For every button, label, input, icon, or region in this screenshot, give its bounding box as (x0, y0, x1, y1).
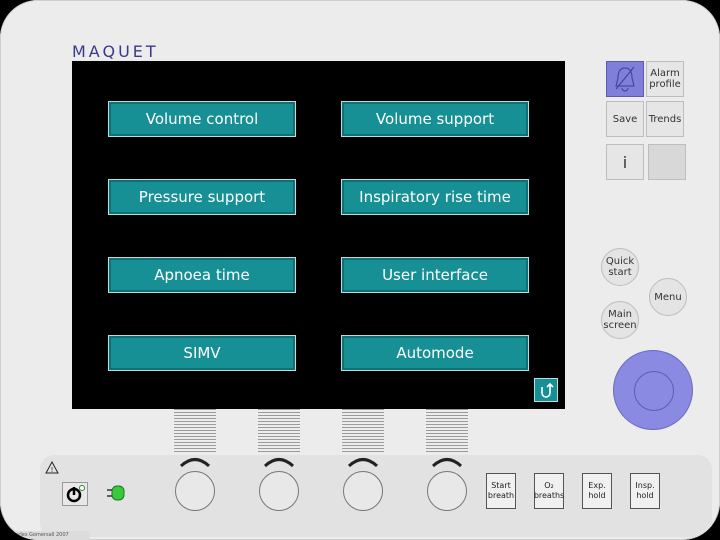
power-icon (66, 485, 85, 503)
automode-button[interactable]: Automode (341, 335, 529, 371)
volume-control-button[interactable]: Volume control (108, 101, 296, 137)
dial-arc-icon (179, 458, 211, 467)
dial-center (634, 371, 674, 411)
start-breath-button[interactable]: Start breath (486, 473, 516, 509)
dial-arc-icon (431, 458, 463, 467)
mains-power-icon (107, 485, 125, 501)
alarm-bell-button[interactable] (606, 61, 644, 97)
quick-start-button[interactable]: Quick start (601, 248, 639, 286)
simv-button[interactable]: SIMV (108, 335, 296, 371)
vent-grille (426, 409, 468, 453)
pressure-support-button[interactable]: Pressure support (108, 179, 296, 215)
parameter-knob-3[interactable] (343, 471, 383, 511)
trends-button[interactable]: Trends (646, 101, 684, 137)
vent-grille (258, 409, 300, 453)
dial-arc-icon (347, 458, 379, 467)
o2-breaths-button[interactable]: O₂ breaths (534, 473, 564, 509)
menu-button[interactable]: Menu (649, 278, 687, 316)
exp-hold-button[interactable]: Exp. hold (582, 473, 612, 509)
inspiratory-rise-time-button[interactable]: Inspiratory rise time (341, 179, 529, 215)
ventilator-device: MAQUET Volume control Volume support Pre… (0, 0, 720, 540)
vent-grille (174, 409, 216, 453)
power-button[interactable] (62, 482, 88, 506)
parameter-knob-1[interactable] (175, 471, 215, 511)
return-arrow-icon (541, 382, 554, 398)
blank-button[interactable] (648, 144, 686, 180)
main-screen-button[interactable]: Main screen (601, 301, 639, 339)
svg-text:!: ! (51, 466, 54, 474)
alarm-bell-icon (615, 66, 635, 92)
alarm-profile-button[interactable]: Alarm profile (646, 61, 684, 97)
apnoea-time-button[interactable]: Apnoea time (108, 257, 296, 293)
parameter-knob-4[interactable] (427, 471, 467, 511)
brand-logo: MAQUET (72, 42, 159, 61)
volume-support-button[interactable]: Volume support (341, 101, 529, 137)
info-button[interactable]: i (606, 144, 644, 180)
return-button[interactable] (534, 378, 558, 402)
user-interface-button[interactable]: User interface (341, 257, 529, 293)
warning-icon: ! (45, 461, 59, 474)
save-button[interactable]: Save (606, 101, 644, 137)
insp-hold-button[interactable]: Insp. hold (630, 473, 660, 509)
dial-arc-icon (263, 458, 295, 467)
parameter-knob-2[interactable] (259, 471, 299, 511)
main-rotary-dial[interactable] (613, 350, 693, 430)
copyright-note: © Charles Gomersall 2007 (0, 531, 90, 540)
vent-grille (342, 409, 384, 453)
